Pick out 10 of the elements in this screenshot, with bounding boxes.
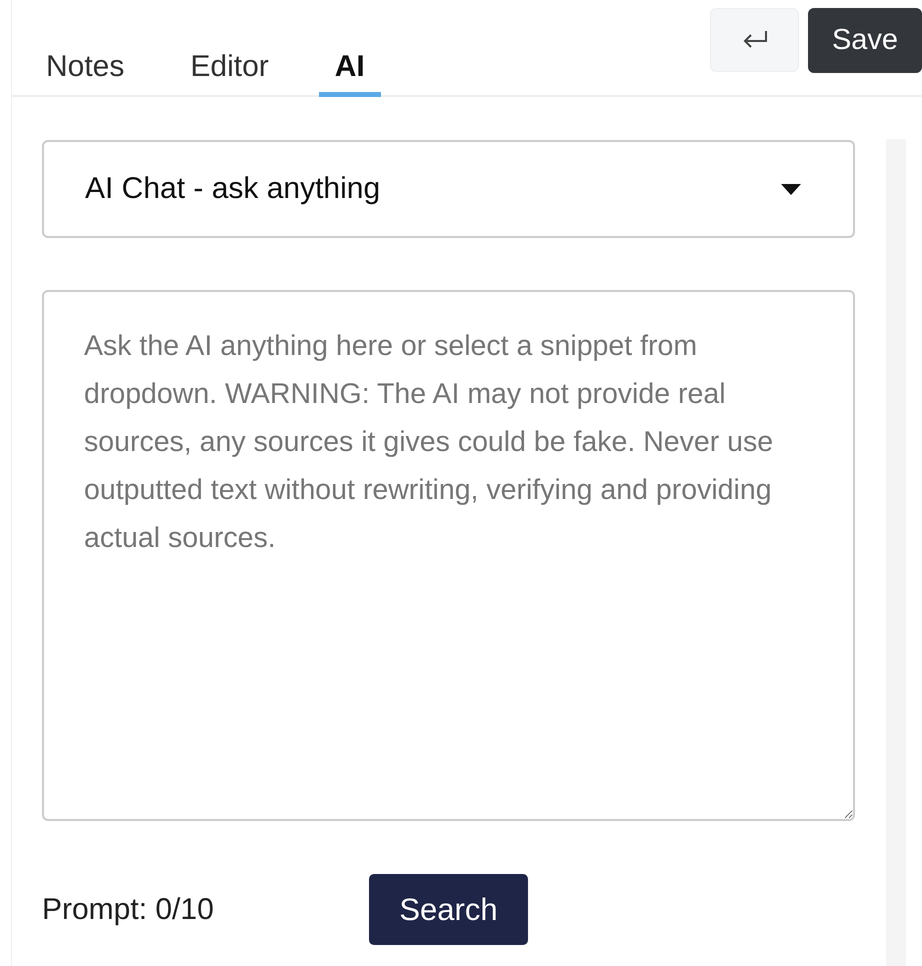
return-button[interactable] <box>710 8 799 72</box>
tab[interactable]: Notes <box>30 50 140 97</box>
save-button[interactable]: Save <box>808 8 922 73</box>
prompt-count: Prompt: 0/10 <box>42 892 215 926</box>
caret-icon <box>781 184 801 194</box>
prompt-field[interactable]: Ask the AI anything here or select a snippet from dropdown. WARNING: The AI may not provide real sources, any sources it gives could be fake. Never use outputted text without rewriting, verifying and providing actual sources. <box>42 290 855 821</box>
tab[interactable]: AI <box>318 50 381 97</box>
tab[interactable]: Editor <box>174 50 285 97</box>
mode-dropdown[interactable]: AI Chat - ask anything <box>42 140 855 238</box>
search-button[interactable]: Search <box>369 874 528 945</box>
